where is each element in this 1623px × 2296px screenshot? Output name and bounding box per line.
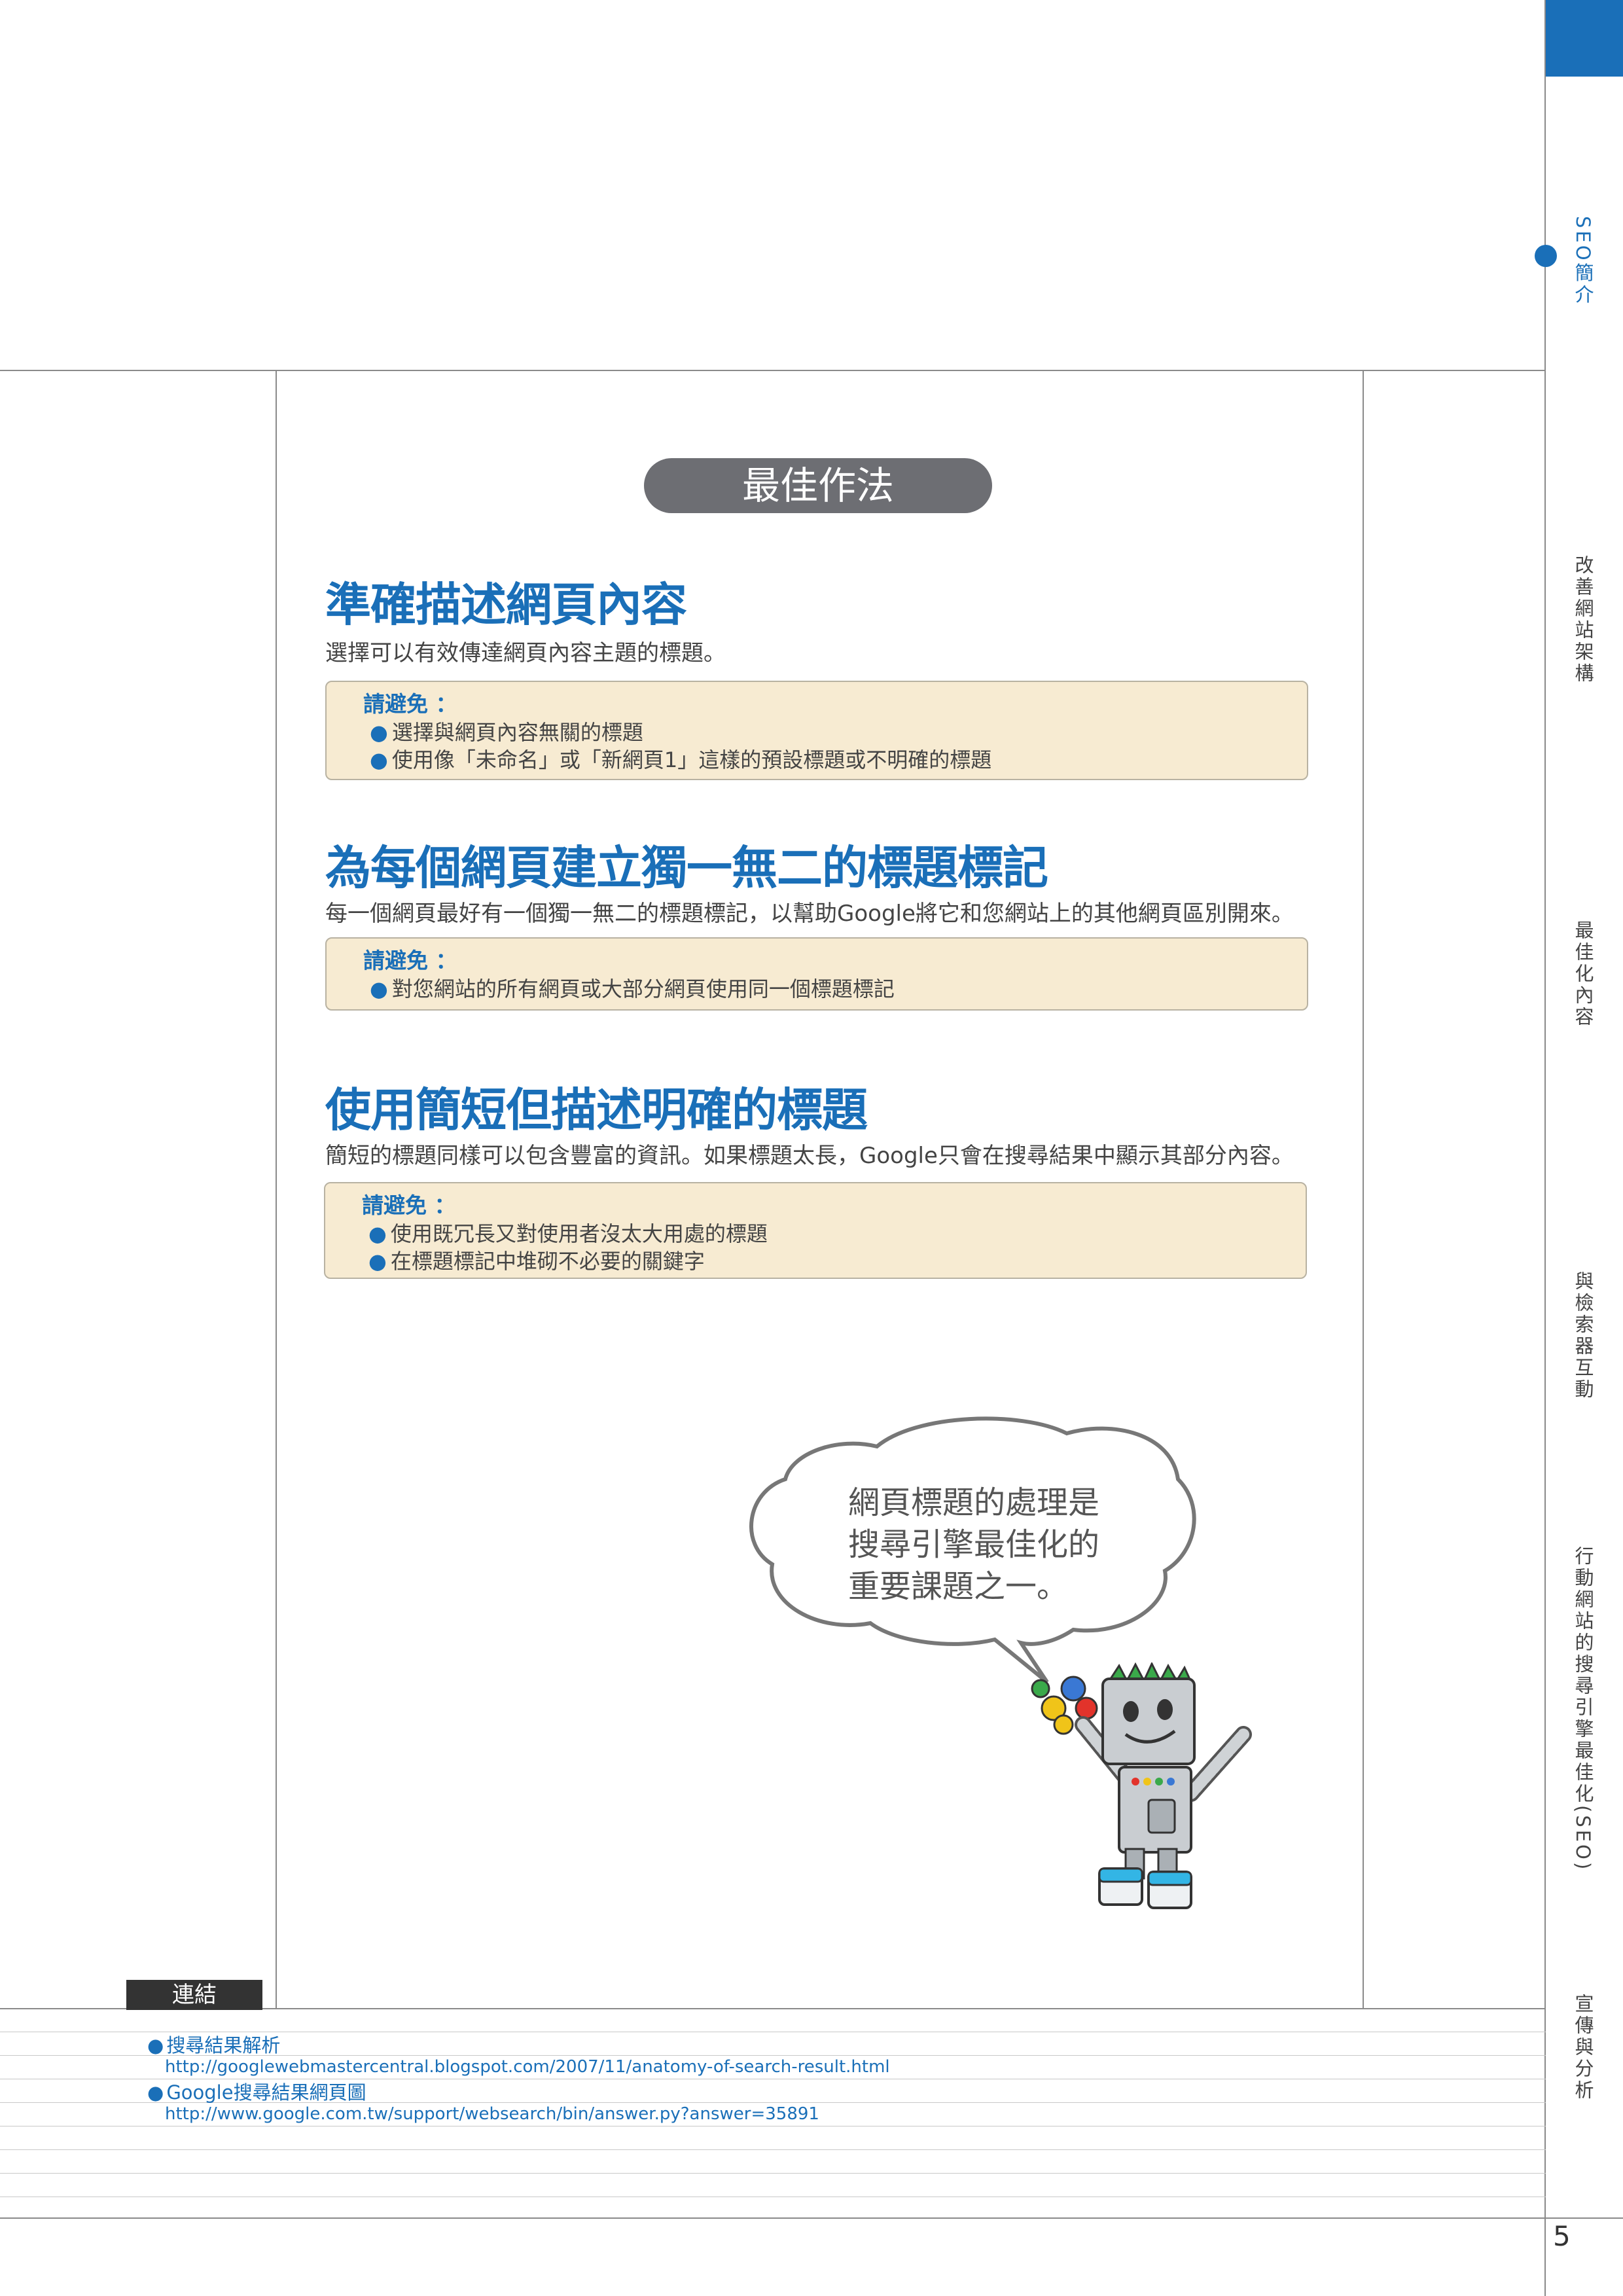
side-tab-site-structure[interactable]: 改善網站架構 — [1571, 555, 1597, 685]
header-rule — [0, 370, 1546, 371]
googlebot-mascot-illustration — [1031, 1662, 1252, 1909]
right-column-divider — [1544, 0, 1546, 2296]
bullet-icon: ● — [370, 747, 388, 772]
link-url[interactable]: http://www.google.com.tw/support/websear… — [165, 2104, 819, 2124]
speech-bubble-text: 網頁標題的處理是 搜尋引擎最佳化的 重要課題之一。 — [848, 1484, 1100, 1605]
avoid-item: ● 在標題標記中堆砌不必要的關鍵字 — [368, 1249, 705, 1274]
link-url[interactable]: http://googlewebmastercentral.blogspot.c… — [165, 2057, 890, 2077]
active-chapter-dot — [1535, 245, 1557, 267]
left-margin-line — [276, 370, 277, 2009]
ruled-line — [0, 2173, 1546, 2174]
link-title-search-results-page[interactable]: ● Google搜尋結果網頁圖 — [147, 2077, 366, 2105]
side-tab-seo-intro[interactable]: SEO簡介 — [1571, 216, 1597, 306]
avoid-box: 請避免 ： ● 對您網站的所有網頁或大部分網頁使用同一個標題標記 — [325, 937, 1308, 1011]
bullet-icon: ● — [147, 2081, 164, 2104]
avoid-label: 請避免 ： — [363, 948, 457, 973]
avoid-item: ● 使用像「未命名」或「新網頁1」這樣的預設標題或不明確的標題 — [370, 747, 992, 772]
section-title-accurate-description: 準確描述網頁內容 — [325, 578, 687, 632]
bullet-icon: ● — [370, 720, 388, 745]
footer-rule — [0, 2217, 1623, 2219]
bullet-icon: ● — [370, 977, 388, 1001]
section-title-brief-titles: 使用簡短但描述明確的標題 — [325, 1083, 868, 1137]
section-description: 選擇可以有效傳達網頁內容主題的標題。 — [325, 640, 726, 666]
bullet-icon: ● — [368, 1221, 387, 1246]
side-tab-mobile-seo[interactable]: 行動網站的搜尋引擎最佳化(SEO) — [1571, 1546, 1597, 1872]
avoid-item: ● 使用既冗長又對使用者沒太大用處的標題 — [368, 1221, 768, 1246]
right-margin-line — [1363, 370, 1364, 2009]
page-number: 5 — [1553, 2220, 1571, 2252]
bullet-icon: ● — [147, 2034, 164, 2056]
avoid-label: 請避免 ： — [362, 1193, 456, 1218]
side-tab-promotion-analysis[interactable]: 宣傳與分析 — [1571, 1994, 1597, 2102]
section-title-unique-titles: 為每個網頁建立獨一無二的標題標記 — [325, 841, 1048, 895]
links-label: 連結 — [126, 1980, 262, 2010]
chapter-tab-marker — [1546, 0, 1623, 77]
avoid-box: 請避免 ： ● 選擇與網頁內容無關的標題 ● 使用像「未命名」或「新網頁1」這樣的預… — [325, 681, 1308, 780]
ruled-line — [0, 2149, 1546, 2150]
avoid-box: 請避免 ： ● 使用既冗長又對使用者沒太大用處的標題 ● 在標題標記中堆砌不必要的關… — [324, 1182, 1307, 1279]
link-title-search-results-anatomy[interactable]: ● 搜尋結果解析 — [147, 2030, 280, 2058]
bullet-icon: ● — [368, 1249, 387, 1274]
section-description: 簡短的標題同樣可以包含豐富的資訊。如果標題太長，Google只會在搜尋結果中顯示… — [325, 1143, 1294, 1169]
avoid-item: ● 選擇與網頁內容無關的標題 — [370, 720, 643, 745]
best-practice-label: 最佳作法 — [644, 458, 992, 513]
avoid-label: 請避免 ： — [363, 691, 457, 717]
section-description: 每一個網頁最好有一個獨一無二的標題標記，以幫助Google將它和您網站上的其他網… — [325, 901, 1294, 927]
side-tab-crawler-interaction[interactable]: 與檢索器互動 — [1571, 1271, 1597, 1401]
side-tab-content-optimization[interactable]: 最佳化內容 — [1571, 920, 1597, 1028]
avoid-item: ● 對您網站的所有網頁或大部分網頁使用同一個標題標記 — [370, 977, 895, 1001]
